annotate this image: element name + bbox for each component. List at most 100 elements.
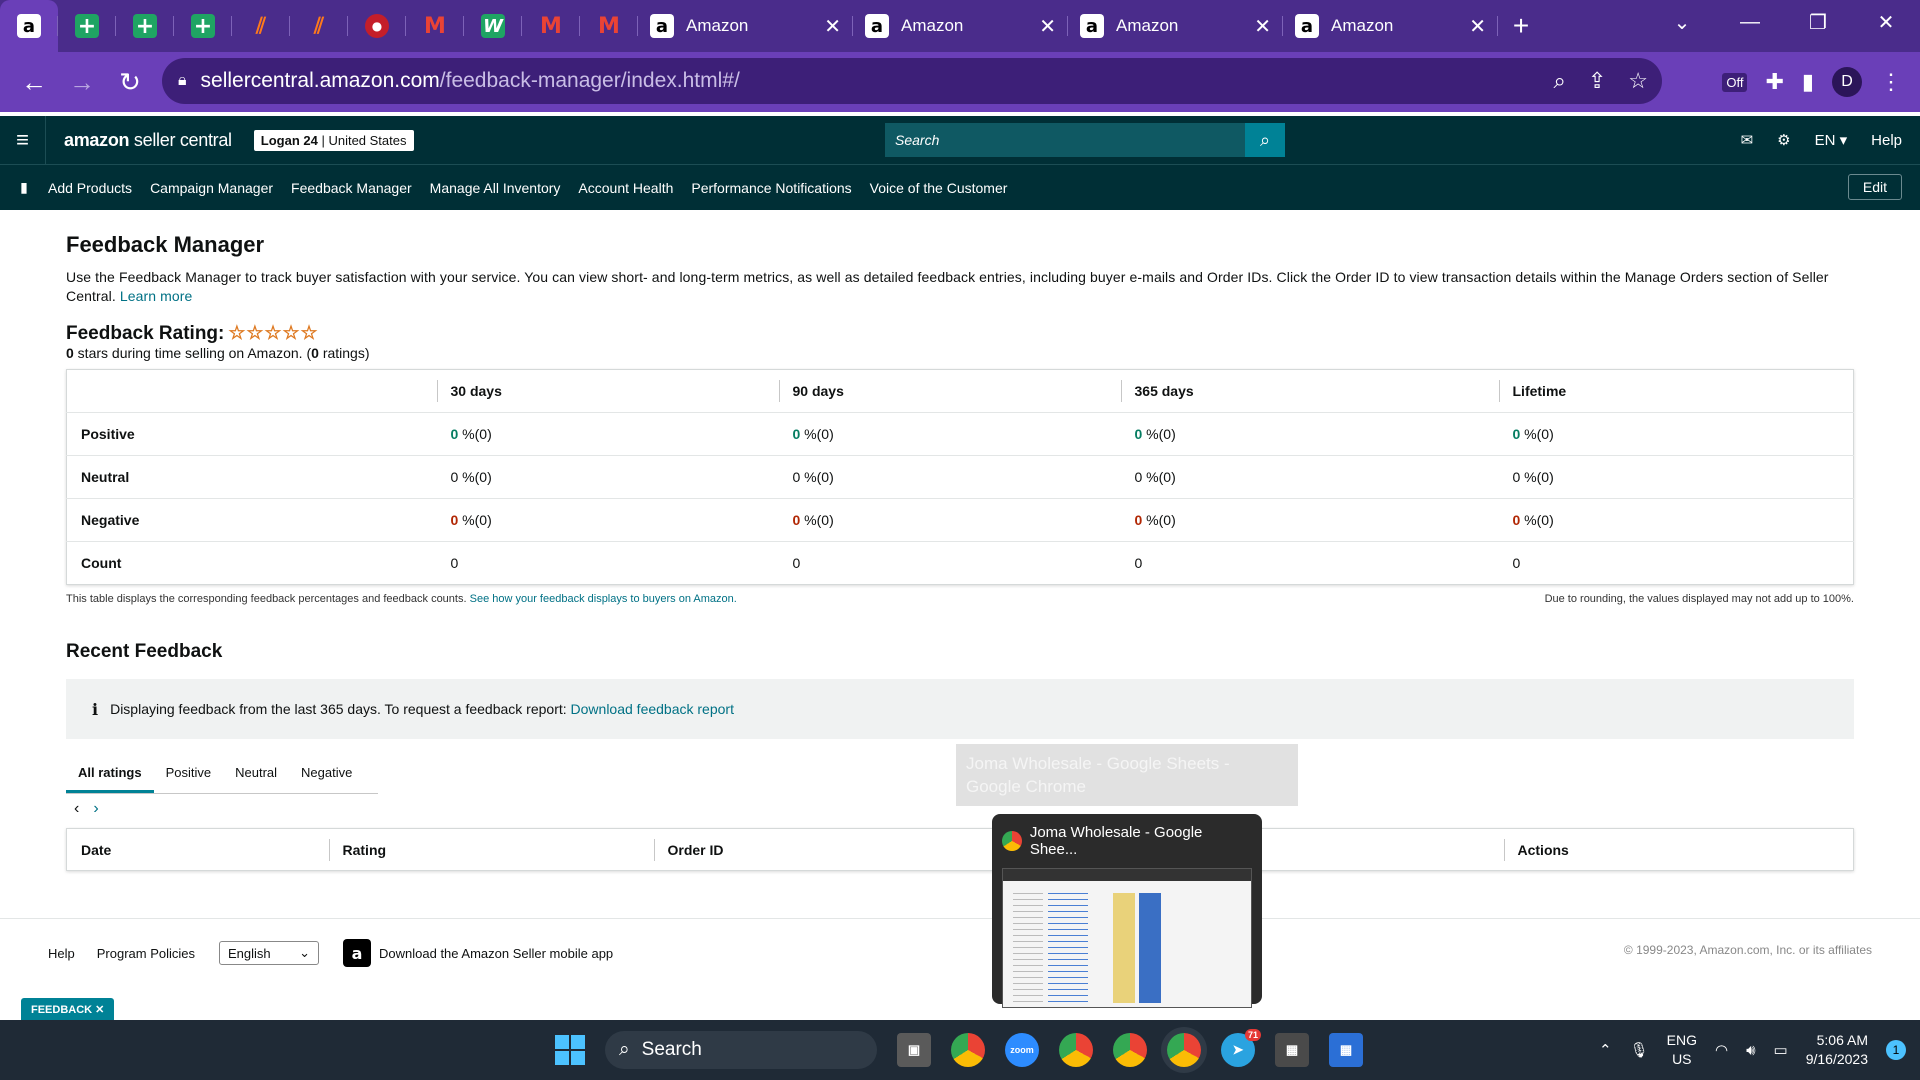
- taskbar-window-preview[interactable]: Joma Wholesale - Google Shee...: [992, 814, 1262, 1008]
- chrome-menu-icon[interactable]: ⋮: [1880, 69, 1902, 95]
- input-language[interactable]: ENG US: [1667, 1031, 1697, 1069]
- back-icon[interactable]: ←: [10, 58, 58, 106]
- seller-central-header: ≡ amazon seller central Logan 24 | Unite…: [0, 116, 1920, 164]
- calculator-icon[interactable]: ▦: [1275, 1033, 1309, 1067]
- nav-performance-notifications[interactable]: Performance Notifications: [691, 180, 851, 196]
- preview-thumbnail: [1002, 868, 1252, 1008]
- footer-help-link[interactable]: Help: [48, 946, 75, 961]
- pinned-tab-amazon[interactable]: a: [0, 0, 58, 52]
- pinned-tab-gmail[interactable]: M: [406, 0, 464, 52]
- chevron-right-icon[interactable]: ›: [93, 800, 98, 817]
- bookmark-star-icon[interactable]: ☆: [1628, 68, 1648, 94]
- reload-icon[interactable]: ↻: [106, 58, 154, 106]
- volume-icon[interactable]: 🔊︎: [1746, 1042, 1755, 1059]
- profile-avatar[interactable]: D: [1832, 67, 1862, 97]
- microphone-icon[interactable]: 🎙︎: [1630, 1041, 1649, 1059]
- chevron-up-icon[interactable]: ⌃: [1599, 1041, 1612, 1059]
- battery-icon[interactable]: ▭: [1774, 1041, 1788, 1059]
- tab-close-icon[interactable]: ✕: [1469, 14, 1486, 39]
- chevron-left-icon[interactable]: ‹: [74, 800, 79, 817]
- tab-amazon[interactable]: a Amazon ✕: [853, 0, 1068, 52]
- seller-central-logo[interactable]: amazon seller central: [64, 130, 232, 151]
- tab-search-icon[interactable]: ⌄: [1648, 0, 1716, 44]
- windows-start-icon[interactable]: [555, 1035, 585, 1065]
- download-feedback-report-link[interactable]: Download feedback report: [571, 701, 734, 717]
- pinned-tab-sheets[interactable]: +: [116, 0, 174, 52]
- header-actions: ✉ ⚙ EN ▾ Help: [1741, 116, 1902, 164]
- tab-close-icon[interactable]: ✕: [1039, 14, 1056, 39]
- learn-more-link[interactable]: Learn more: [120, 288, 193, 304]
- wifi-icon[interactable]: ◠: [1715, 1041, 1728, 1059]
- footer-language-select[interactable]: English ⌄: [219, 941, 320, 965]
- zoom-app-icon[interactable]: zoom: [1005, 1033, 1039, 1067]
- close-window-icon[interactable]: ✕: [1852, 0, 1920, 44]
- tab-amazon[interactable]: a Amazon ✕: [638, 0, 853, 52]
- pinned-tab-gmail[interactable]: M: [580, 0, 638, 52]
- bookmark-icon[interactable]: ▮: [0, 179, 48, 196]
- address-bar[interactable]: 🔒︎ sellercentral.amazon.com/feedback-man…: [162, 58, 1662, 104]
- search-input[interactable]: [885, 123, 1245, 157]
- nav-feedback-manager[interactable]: Feedback Manager: [291, 180, 412, 196]
- minimize-icon[interactable]: —: [1716, 0, 1784, 44]
- chrome-active-icon[interactable]: [1167, 1033, 1201, 1067]
- pinned-tab-red[interactable]: ●: [348, 0, 406, 52]
- side-panel-icon[interactable]: ▮: [1802, 69, 1814, 95]
- cell-suffix: %(0): [800, 426, 834, 442]
- chrome-profile-icon[interactable]: [1059, 1033, 1093, 1067]
- store-selector[interactable]: Logan 24 | United States: [253, 129, 414, 151]
- tab-amazon[interactable]: a Amazon ✕: [1068, 0, 1283, 52]
- forward-icon[interactable]: →: [58, 58, 106, 106]
- edit-nav-button[interactable]: Edit: [1847, 174, 1902, 200]
- settings-gear-icon[interactable]: ⚙: [1777, 131, 1790, 149]
- pinned-tab-zapier[interactable]: ⫽: [290, 0, 348, 52]
- feedback-tab-button[interactable]: FEEDBACK ✕: [21, 998, 115, 1021]
- chrome-profile-icon[interactable]: [1113, 1033, 1147, 1067]
- search-button[interactable]: ⌕: [1245, 123, 1285, 157]
- nav-manage-inventory[interactable]: Manage All Inventory: [430, 180, 561, 196]
- tab-amazon[interactable]: a Amazon ✕: [1283, 0, 1498, 52]
- nav-account-health[interactable]: Account Health: [578, 180, 673, 196]
- mail-icon[interactable]: ✉: [1741, 131, 1754, 149]
- notification-badge[interactable]: 1: [1886, 1040, 1906, 1060]
- see-feedback-display-link[interactable]: See how your feedback displays to buyers…: [470, 593, 737, 605]
- tab-all-ratings[interactable]: All ratings: [66, 757, 154, 793]
- calendar-icon[interactable]: ▦: [1329, 1033, 1363, 1067]
- telegram-icon[interactable]: ➤ 71: [1221, 1029, 1261, 1067]
- clock[interactable]: 5:06 AM 9/16/2023: [1806, 1031, 1868, 1069]
- cell-suffix: %(0): [1142, 426, 1176, 442]
- tab-negative[interactable]: Negative: [289, 757, 364, 793]
- task-view-icon[interactable]: ▣: [897, 1033, 931, 1067]
- browser-toolbar: ← → ↻ 🔒︎ sellercentral.amazon.com/feedba…: [0, 52, 1920, 112]
- pinned-tab-zapier[interactable]: ⫽: [232, 0, 290, 52]
- mobile-app-link[interactable]: a Download the Amazon Seller mobile app: [343, 939, 613, 967]
- tab-positive[interactable]: Positive: [154, 757, 224, 793]
- pinned-tab-wn[interactable]: W: [464, 0, 522, 52]
- rating-summary: 0 stars during time selling on Amazon. (…: [66, 345, 1854, 361]
- table-row-neutral: Neutral 0 %(0) 0 %(0) 0 %(0) 0 %(0): [66, 455, 1854, 499]
- extension-off-icon[interactable]: Off: [1722, 72, 1748, 92]
- nav-campaign-manager[interactable]: Campaign Manager: [150, 180, 273, 196]
- clock-date: 9/16/2023: [1805, 1051, 1868, 1067]
- amazon-app-icon: a: [343, 939, 372, 967]
- tab-neutral[interactable]: Neutral: [223, 757, 289, 793]
- restore-icon[interactable]: ❐: [1784, 0, 1852, 44]
- tab-close-icon[interactable]: ✕: [1254, 14, 1271, 39]
- chrome-icon[interactable]: [951, 1033, 985, 1067]
- new-tab-button[interactable]: +: [1498, 0, 1544, 52]
- pinned-tab-sheets[interactable]: +: [174, 0, 232, 52]
- rating-sub-mid: stars during time selling on Amazon. (: [73, 345, 312, 361]
- share-icon[interactable]: ⇪: [1588, 68, 1606, 94]
- pinned-tab-sheets[interactable]: +: [58, 0, 116, 52]
- pinned-tab-gmail[interactable]: M: [522, 0, 580, 52]
- nav-voice-of-customer[interactable]: Voice of the Customer: [870, 180, 1008, 196]
- nav-add-products[interactable]: Add Products: [48, 180, 132, 196]
- language-selector[interactable]: EN ▾: [1815, 131, 1848, 149]
- cell-suffix: %(0): [1520, 469, 1554, 485]
- taskbar-search[interactable]: ⌕ Search: [605, 1031, 877, 1069]
- hamburger-menu-icon[interactable]: ≡: [0, 116, 46, 164]
- help-link[interactable]: Help: [1871, 132, 1902, 149]
- tab-close-icon[interactable]: ✕: [824, 14, 841, 39]
- extensions-puzzle-icon[interactable]: ✚: [1765, 69, 1783, 95]
- footer-program-policies-link[interactable]: Program Policies: [97, 946, 195, 961]
- zoom-icon[interactable]: ⌕: [1554, 68, 1566, 94]
